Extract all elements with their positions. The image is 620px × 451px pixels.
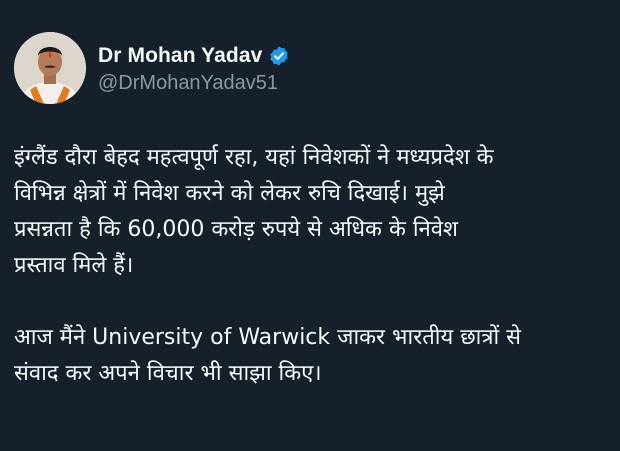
text-line: प्रसन्नता है कि 60,000 करोड़ रुपये से अध… bbox=[14, 217, 458, 242]
text-line: संवाद कर अपने विचार भी साझा किए। bbox=[14, 361, 322, 386]
profile-photo-icon bbox=[14, 32, 86, 104]
author-handle[interactable]: @DrMohanYadav51 bbox=[98, 72, 290, 95]
verified-badge-icon bbox=[268, 45, 290, 67]
tweet-header: Dr Mohan Yadav @DrMohanYadav51 bbox=[14, 32, 290, 104]
tweet-paragraph-2: आज मैंने University of Warwick जाकर भारत… bbox=[14, 320, 614, 392]
name-row: Dr Mohan Yadav bbox=[98, 42, 290, 70]
text-line: आज मैंने University of Warwick जाकर भारत… bbox=[14, 325, 522, 350]
tweet: Dr Mohan Yadav @DrMohanYadav51 इंग्लैंड … bbox=[0, 0, 620, 451]
text-line: इंग्लैंड दौरा बेहद महत्वपूर्ण रहा, यहां … bbox=[14, 145, 494, 170]
tweet-text: इंग्लैंड दौरा बेहद महत्वपूर्ण रहा, यहां … bbox=[14, 140, 614, 392]
tweet-paragraph-1: इंग्लैंड दौरा बेहद महत्वपूर्ण रहा, यहां … bbox=[14, 140, 614, 284]
text-line: विभिन्न क्षेत्रों में निवेश करने को लेकर… bbox=[14, 181, 445, 206]
text-line: प्रस्ताव मिले हैं। bbox=[14, 253, 134, 278]
author-info: Dr Mohan Yadav @DrMohanYadav51 bbox=[98, 42, 290, 95]
display-name[interactable]: Dr Mohan Yadav bbox=[98, 44, 262, 68]
avatar[interactable] bbox=[14, 32, 86, 104]
